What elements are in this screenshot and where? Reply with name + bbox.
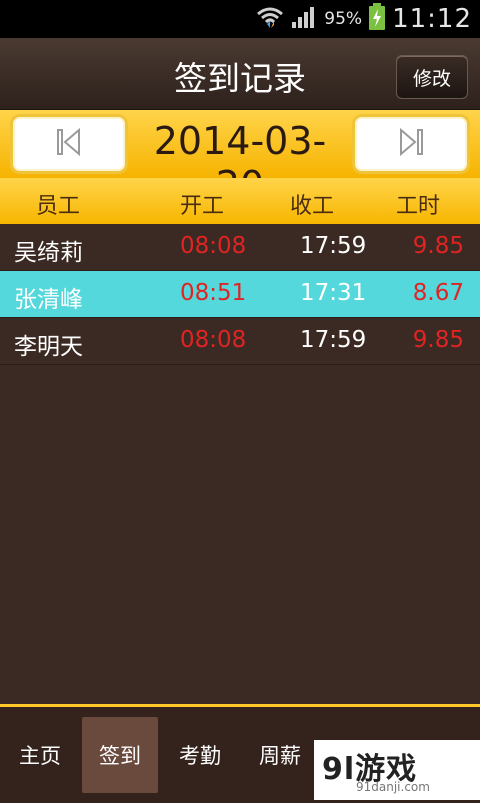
previous-day-button[interactable] [10, 114, 128, 174]
tab-checkin[interactable]: 签到 [82, 717, 158, 793]
employee-name: 李明天 [14, 334, 83, 360]
status-indicators: 95% 11:12 [256, 0, 472, 38]
wifi-icon [256, 4, 284, 34]
status-bar: 95% 11:12 [0, 0, 480, 38]
start-time: 08:08 [180, 233, 247, 259]
end-time: 17:31 [300, 280, 367, 306]
work-hours: 8.67 [412, 280, 464, 306]
end-time: 17:59 [300, 233, 367, 259]
signal-icon [290, 4, 318, 34]
column-header-start: 开工 [180, 194, 225, 219]
table-row[interactable]: 李明天 08:08 17:59 9.85 [0, 318, 480, 365]
work-hours: 9.85 [412, 233, 464, 259]
table-row-selected[interactable]: 张清峰 08:51 17:31 8.67 [0, 271, 480, 318]
skip-next-icon [397, 127, 425, 161]
employee-name: 张清峰 [14, 287, 83, 313]
next-day-button[interactable] [352, 114, 470, 174]
watermark-site: 91danji.com [356, 780, 430, 794]
battery-percent: 95% [324, 9, 363, 29]
date-navigator: 2014-03-20 [0, 110, 480, 207]
edit-button[interactable]: 修改 [396, 55, 468, 99]
end-time: 17:59 [300, 327, 367, 353]
column-header-hours: 工时 [396, 194, 441, 219]
column-header-end: 收工 [290, 194, 335, 219]
start-time: 08:51 [180, 280, 247, 306]
watermark: 9l游戏 91danji.com [314, 740, 480, 800]
attendance-list: 吴绮莉 08:08 17:59 9.85 张清峰 08:51 17:31 8.6… [0, 224, 480, 365]
skip-previous-icon [55, 127, 83, 161]
start-time: 08:08 [180, 327, 247, 353]
title-bar: 签到记录 修改 [0, 38, 480, 110]
tab-attendance[interactable]: 考勤 [162, 717, 238, 793]
table-header: 员工 开工 收工 工时 [0, 178, 480, 224]
tab-home[interactable]: 主页 [2, 717, 78, 793]
work-hours: 9.85 [412, 327, 464, 353]
tab-weekly-pay[interactable]: 周薪 [242, 717, 318, 793]
column-header-employee: 员工 [36, 194, 81, 219]
battery-charging-icon [368, 3, 386, 35]
clock: 11:12 [392, 4, 472, 34]
employee-name: 吴绮莉 [14, 240, 83, 266]
table-row[interactable]: 吴绮莉 08:08 17:59 9.85 [0, 224, 480, 271]
